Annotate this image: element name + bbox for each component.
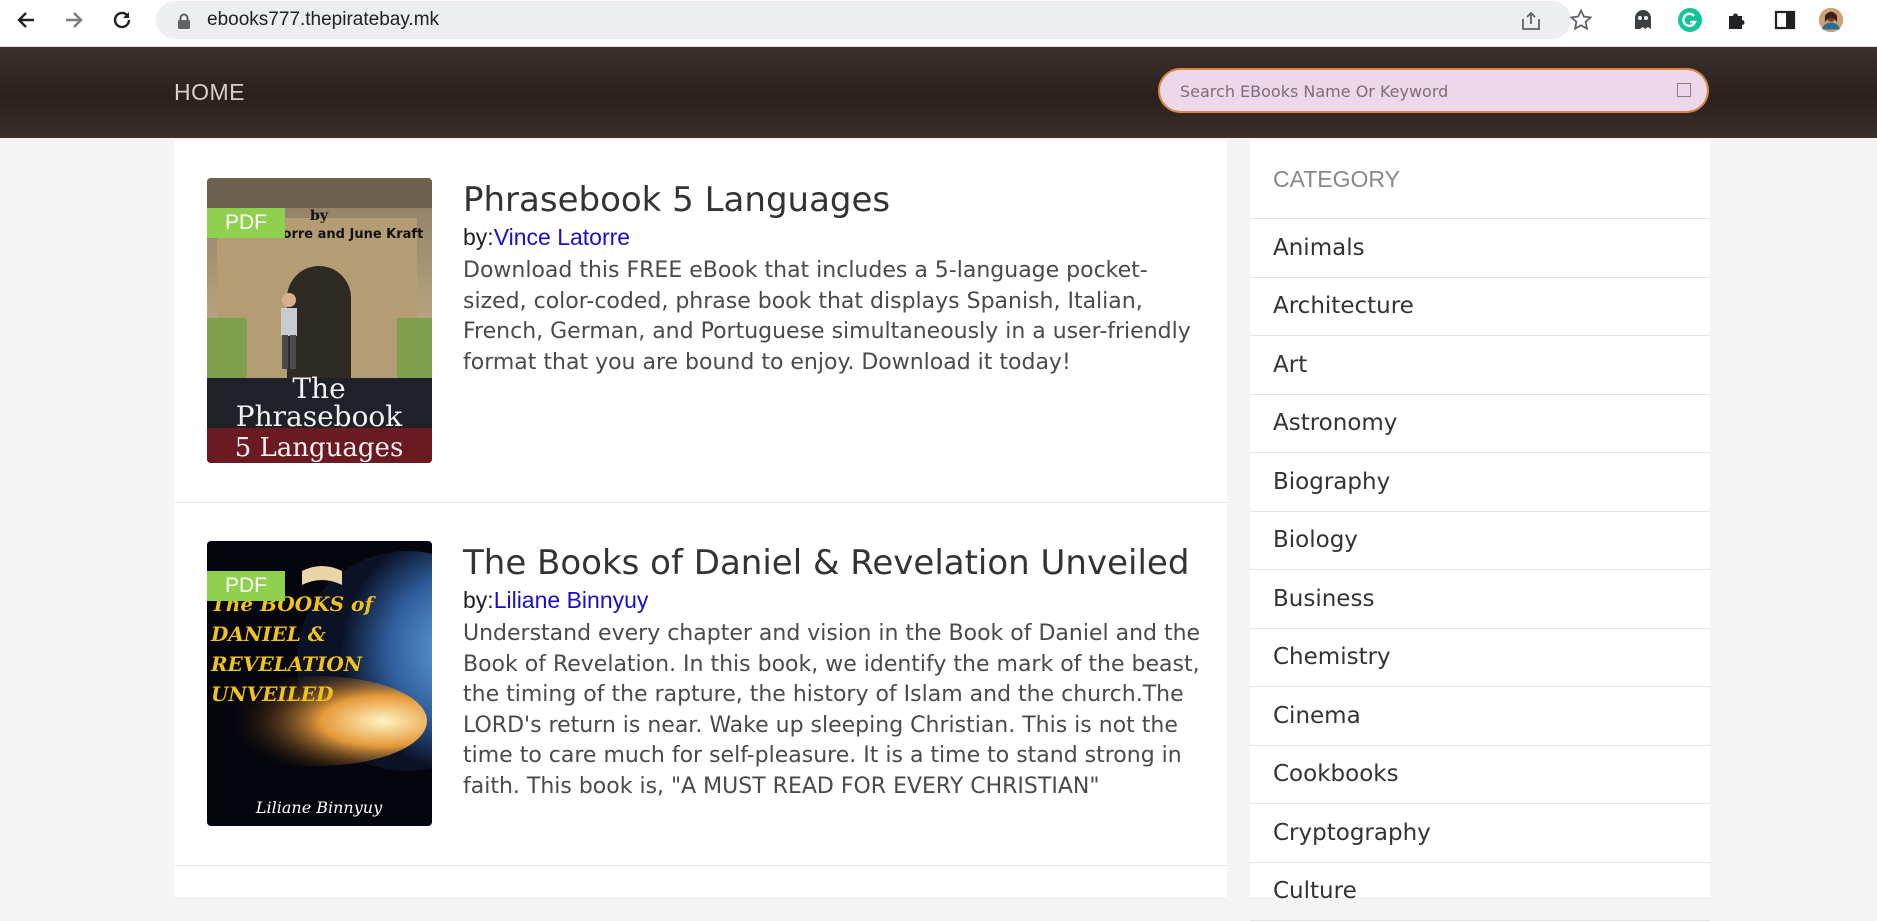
ghost-extension-icon[interactable] xyxy=(1630,7,1656,33)
cover-title-line: Phrasebook xyxy=(236,400,404,433)
address-bar[interactable]: ebooks777.thepiratebay.mk xyxy=(156,1,1571,39)
lock-icon[interactable] xyxy=(172,9,196,33)
star-bookmark-icon[interactable] xyxy=(1568,7,1594,33)
category-sidebar: CATEGORY Animals Architecture Art Astron… xyxy=(1250,140,1710,897)
grammarly-icon[interactable] xyxy=(1677,7,1703,33)
category-item-biology[interactable]: Biology xyxy=(1250,512,1710,571)
cover-title-line: DANIEL & xyxy=(210,622,326,646)
book-description: Understand every chapter and vision in t… xyxy=(463,619,1203,803)
cover-title-line: REVELATION xyxy=(210,652,363,676)
category-item-business[interactable]: Business xyxy=(1250,570,1710,629)
url-text[interactable]: ebooks777.thepiratebay.mk xyxy=(207,9,439,31)
book-author-line: by:Vince Latorre xyxy=(463,224,630,251)
cover-author-text: Liliane Binnyuy xyxy=(255,798,383,817)
by-prefix: by: xyxy=(463,224,494,250)
by-prefix: by: xyxy=(463,587,494,613)
browser-toolbar: ebooks777.thepiratebay.mk xyxy=(0,0,1877,47)
search-box[interactable] xyxy=(1158,68,1709,113)
search-icon[interactable] xyxy=(1677,83,1691,97)
book-cover-image[interactable]: by Vince Latorre and June Kraft The Phra… xyxy=(207,178,432,463)
category-item-astronomy[interactable]: Astronomy xyxy=(1250,395,1710,454)
category-heading: CATEGORY xyxy=(1273,166,1400,193)
author-link[interactable]: Vince Latorre xyxy=(494,224,630,250)
book-list: by Vince Latorre and June Kraft The Phra… xyxy=(174,140,1227,897)
book-item: The BOOKS of DANIEL & REVELATION UNVEILE… xyxy=(174,503,1227,866)
arrow-left-icon[interactable] xyxy=(12,6,40,34)
reload-icon[interactable] xyxy=(108,6,136,34)
category-item-cinema[interactable]: Cinema xyxy=(1250,687,1710,746)
pdf-badge: PDF xyxy=(207,208,285,238)
site-header: HOME xyxy=(0,47,1877,138)
puzzle-extensions-icon[interactable] xyxy=(1724,7,1750,33)
category-item-culture[interactable]: Culture xyxy=(1250,863,1710,921)
category-item-animals[interactable]: Animals xyxy=(1250,219,1710,278)
book-title[interactable]: The Books of Daniel & Revelation Unveile… xyxy=(463,543,1189,583)
category-item-cryptography[interactable]: Cryptography xyxy=(1250,804,1710,863)
cover-title-line: UNVEILED xyxy=(211,682,334,706)
cover-title-line: 5 Languages xyxy=(235,433,404,463)
category-list: Animals Architecture Art Astronomy Biogr… xyxy=(1250,218,1710,921)
pdf-badge: PDF xyxy=(207,571,285,601)
book-title[interactable]: Phrasebook 5 Languages xyxy=(463,180,890,220)
book-author-line: by:Liliane Binnyuy xyxy=(463,587,648,614)
category-item-architecture[interactable]: Architecture xyxy=(1250,278,1710,337)
book-item: by Vince Latorre and June Kraft The Phra… xyxy=(174,140,1227,503)
share-icon[interactable] xyxy=(1519,9,1543,33)
profile-avatar[interactable] xyxy=(1818,7,1844,33)
arrow-right-icon[interactable] xyxy=(60,6,88,34)
home-link[interactable]: HOME xyxy=(174,79,245,106)
category-item-art[interactable]: Art xyxy=(1250,336,1710,395)
category-item-cookbooks[interactable]: Cookbooks xyxy=(1250,746,1710,805)
book-description: Download this FREE eBook that includes a… xyxy=(463,256,1203,378)
side-panel-icon[interactable] xyxy=(1772,7,1798,33)
author-link[interactable]: Liliane Binnyuy xyxy=(494,587,649,613)
cover-by-text: by xyxy=(310,208,329,224)
category-item-biography[interactable]: Biography xyxy=(1250,453,1710,512)
category-item-chemistry[interactable]: Chemistry xyxy=(1250,629,1710,688)
book-cover-image[interactable]: The BOOKS of DANIEL & REVELATION UNVEILE… xyxy=(207,541,432,826)
search-input[interactable] xyxy=(1180,79,1640,103)
